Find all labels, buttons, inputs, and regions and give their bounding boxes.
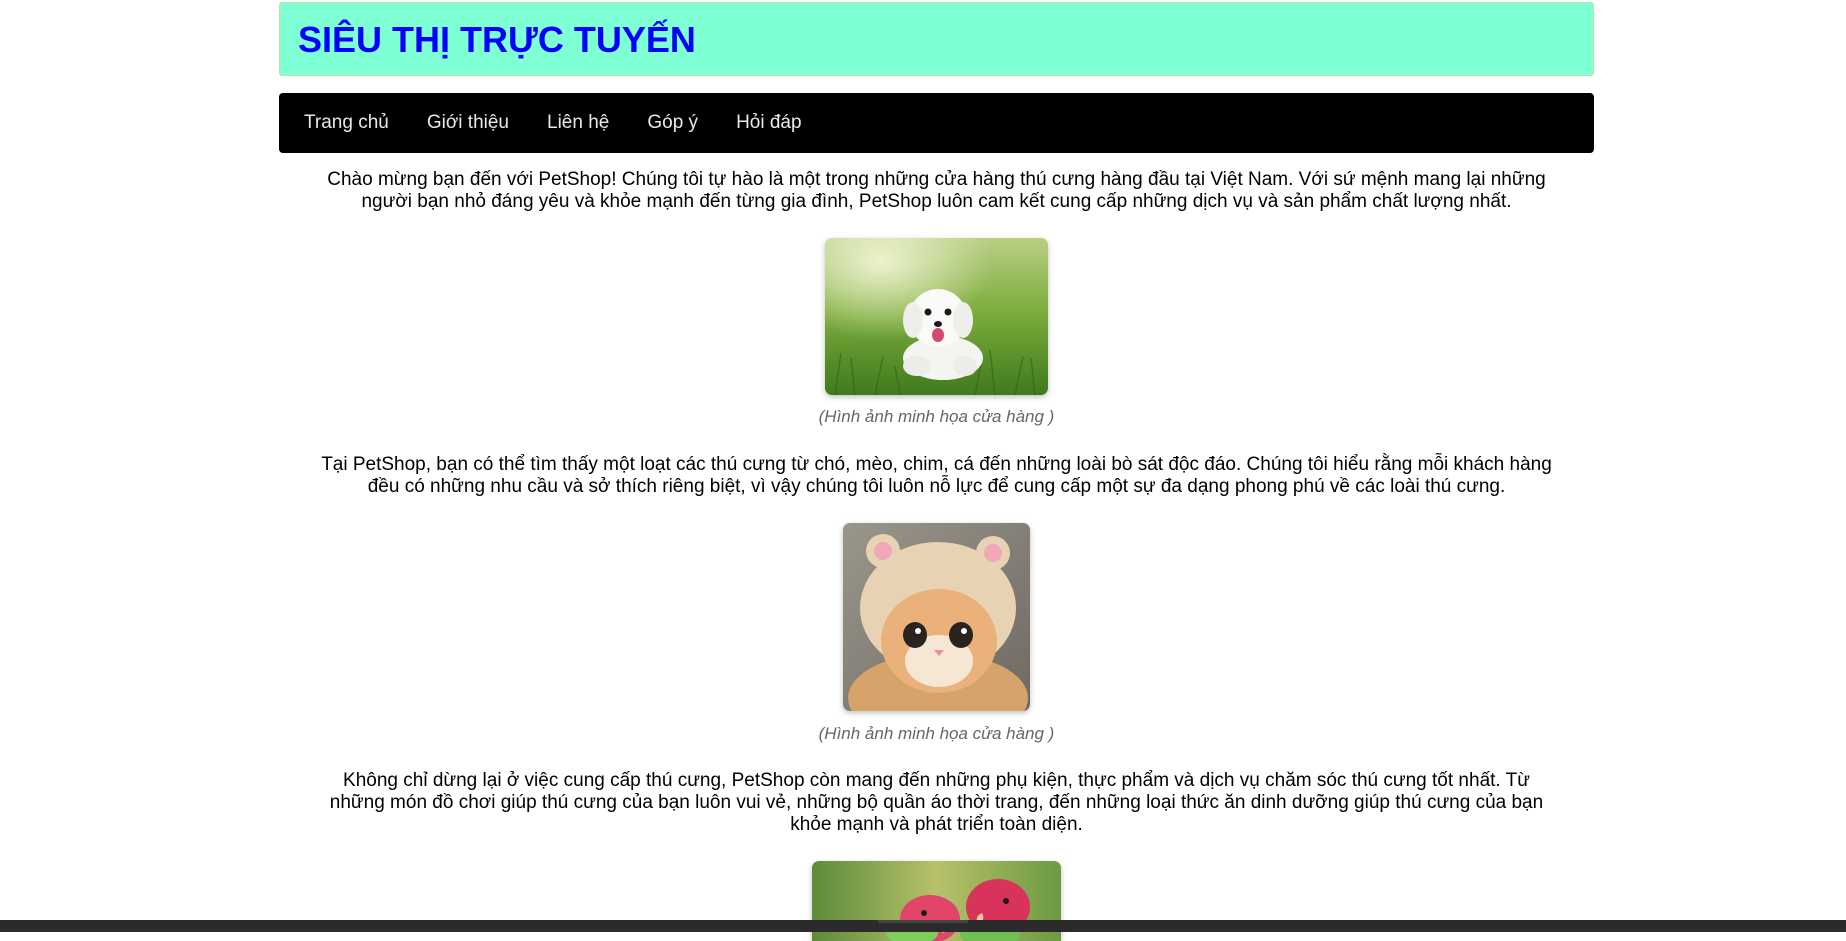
products-line-2: những món đồ chơi giúp thú cưng của bạn …: [329, 792, 1544, 813]
intro-line-1: Chào mừng bạn đến với PetShop! Chúng tôi…: [327, 169, 1546, 190]
pets-line-2: đều có những nhu cầu và sở thích riêng b…: [367, 476, 1506, 497]
nav-item-contact[interactable]: Liên hệ: [528, 93, 628, 153]
dog-photo: [825, 238, 1048, 395]
nav-item-feedback[interactable]: Góp ý: [628, 93, 717, 153]
os-taskbar: [0, 920, 1846, 932]
products-line-1: Không chỉ dừng lại ở việc cung cấp thú c…: [343, 770, 1530, 791]
nav-item-faq[interactable]: Hỏi đáp: [717, 93, 821, 153]
pets-line-1: Tại PetShop, bạn có thể tìm thấy một loạ…: [321, 454, 1552, 475]
photo-caption: (Hình ảnh minh họa cửa hàng ): [818, 724, 1055, 743]
main-nav: Trang chủ Giới thiệu Liên hệ Góp ý Hỏi đ…: [279, 93, 1594, 153]
site-header: SIÊU THỊ TRỰC TUYẾN: [279, 2, 1594, 76]
products-paragraph: Không chỉ dừng lại ở việc cung cấp thú c…: [279, 770, 1594, 836]
intro-line-2: người bạn nhỏ đáng yêu và khỏe mạnh đến …: [361, 191, 1512, 212]
pets-paragraph: Tại PetShop, bạn có thể tìm thấy một loạ…: [279, 454, 1594, 498]
intro-paragraph: Chào mừng bạn đến với PetShop! Chúng tôi…: [279, 169, 1594, 213]
photo-caption: (Hình ảnh minh họa cửa hàng ): [818, 407, 1055, 426]
taskbar-indicator: [878, 920, 968, 923]
cat-photo: [843, 523, 1030, 711]
nav-item-about[interactable]: Giới thiệu: [408, 93, 528, 153]
site-title: SIÊU THỊ TRỰC TUYẾN: [298, 19, 696, 60]
nav-item-home[interactable]: Trang chủ: [279, 93, 408, 153]
products-line-3: khỏe mạnh và phát triển toàn diện.: [790, 814, 1083, 835]
